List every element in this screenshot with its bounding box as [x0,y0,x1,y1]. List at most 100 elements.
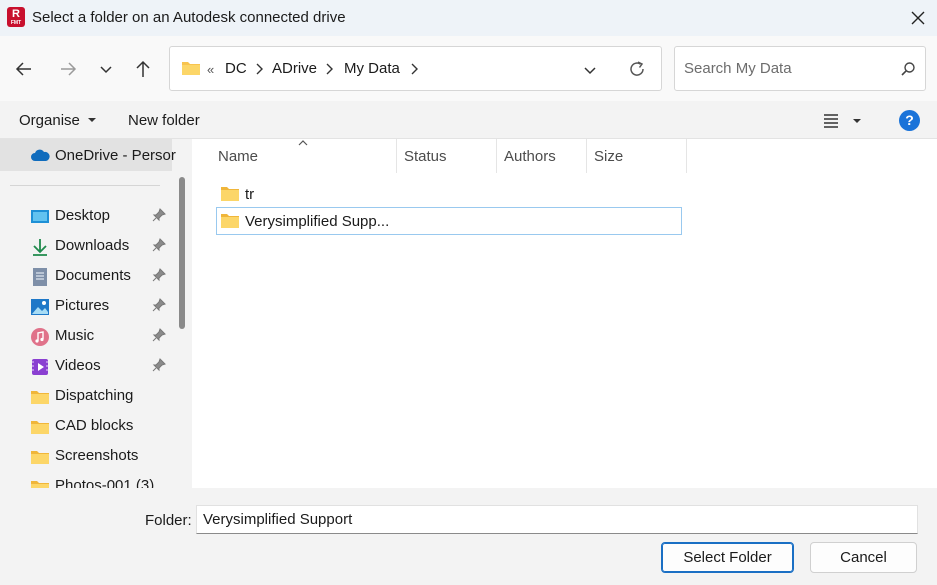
folder-icon [31,391,49,404]
up-button[interactable] [130,56,156,82]
sidebar-item-label: Downloads [55,237,130,254]
column-divider[interactable] [396,139,397,173]
search-placeholder[interactable]: Search My Data [684,60,792,77]
command-bar: Organise New folder ? [0,101,937,139]
forward-button[interactable] [55,56,81,82]
breadcrumb-adrive[interactable]: ADrive [272,60,317,77]
sidebar-item-dispatching[interactable]: Dispatching [0,381,172,411]
sidebar-item-documents[interactable]: Documents [0,261,172,291]
breadcrumb-my-data[interactable]: My Data [344,60,400,77]
sidebar-item-desktop[interactable]: Desktop [0,201,172,231]
sidebar-item-screenshots[interactable]: Screenshots [0,441,172,471]
folder-field-label: Folder: [145,512,192,529]
file-list: Name Status Authors Size tr Verysimplifi… [192,139,937,488]
column-header-size[interactable]: Size [594,148,623,172]
sidebar-item-label: OneDrive - Persor [55,147,176,164]
pin-icon [152,268,166,282]
select-folder-button[interactable]: Select Folder [661,542,794,573]
sidebar-item-label: Desktop [55,207,111,224]
column-header-status[interactable]: Status [404,148,447,172]
chevron-down-icon [100,66,112,74]
arrow-right-icon [61,62,77,76]
column-header-name[interactable]: Name [218,148,258,172]
help-button[interactable]: ? [899,110,920,131]
pin-icon [152,298,166,312]
pin-icon [152,328,166,342]
recent-locations-button[interactable] [93,56,119,82]
list-view-icon [824,114,838,128]
breadcrumb-dc[interactable]: DC [225,60,247,77]
sidebar-item-label: Documents [55,267,131,284]
title-bar: R FMT Select a folder on an Autodesk con… [0,0,937,36]
pin-icon [152,358,166,372]
chevron-right-icon[interactable] [253,61,265,77]
sidebar-item-onedrive[interactable]: OneDrive - Persor [0,139,176,171]
arrow-left-icon [15,62,31,76]
organise-label[interactable]: Organise [19,112,80,129]
music-icon [31,328,49,346]
onedrive-cloud-icon [31,149,50,161]
sidebar-item-label: Screenshots [55,447,139,464]
column-divider[interactable] [686,139,687,173]
cancel-button[interactable]: Cancel [810,542,917,573]
sidebar-item-label: Photos-001 (3) [55,477,155,488]
close-button[interactable] [906,6,930,30]
sidebar-item-label: Dispatching [55,387,134,404]
revit-app-icon: R FMT [7,7,25,27]
file-name: tr [245,186,255,203]
folder-icon [221,214,239,228]
list-item[interactable]: tr [216,180,682,208]
navigation-bar: « DC ADrive My Data Search My Data [0,36,937,101]
sidebar-item-cad-blocks[interactable]: CAD blocks [0,411,172,441]
navigation-pane: OneDrive - Persor Desktop Downloads Docu… [0,139,190,488]
sidebar-item-music[interactable]: Music [0,321,172,351]
folder-icon [182,62,200,75]
caret-down-icon [88,118,97,122]
sidebar-divider [10,185,160,186]
organise-menu[interactable]: Organise [19,112,97,129]
address-bar[interactable]: « DC ADrive My Data [169,46,662,91]
sidebar-item-photos-001[interactable]: Photos-001 (3) [0,471,172,488]
dialog-footer: Folder: Select Folder Cancel [0,488,937,585]
breadcrumb-overflow[interactable]: « [207,62,214,77]
folder-icon [31,481,49,488]
sidebar-item-pictures[interactable]: Pictures [0,291,172,321]
downloads-icon [33,239,47,256]
address-dropdown-icon[interactable] [582,62,598,78]
column-header-authors[interactable]: Authors [504,148,556,172]
sidebar-scrollbar[interactable] [179,177,185,329]
sidebar-item-label: Pictures [55,297,110,314]
app-icon-subtext: FMT [10,20,22,26]
back-button[interactable] [11,56,37,82]
videos-icon [32,359,48,375]
view-options-button[interactable] [822,111,862,133]
chevron-right-icon[interactable] [408,61,420,77]
desktop-icon [31,210,49,223]
column-divider[interactable] [496,139,497,173]
sidebar-item-label: CAD blocks [55,417,134,434]
pin-icon [152,238,166,252]
caret-down-icon [853,119,862,123]
sidebar-item-label: Music [55,327,95,344]
folder-name-input[interactable] [196,505,918,534]
new-folder-button[interactable]: New folder [128,112,200,129]
folder-icon [31,451,49,464]
pictures-icon [31,299,49,315]
pin-icon [152,208,166,222]
folder-icon [221,187,239,201]
chevron-right-icon[interactable] [323,61,335,77]
arrow-up-icon [136,60,150,77]
column-divider[interactable] [586,139,587,173]
sort-ascending-icon [298,140,308,146]
sidebar-item-videos[interactable]: Videos [0,351,172,381]
folder-icon [31,421,49,434]
app-icon-letter: R [12,8,20,20]
refresh-icon[interactable] [627,59,647,79]
window-title: Select a folder on an Autodesk connected… [32,9,346,26]
search-box[interactable]: Search My Data [674,46,926,91]
sidebar-item-label: Videos [55,357,101,374]
file-name: Verysimplified Supp... [245,213,390,230]
sidebar-item-downloads[interactable]: Downloads [0,231,172,261]
list-item-selected[interactable]: Verysimplified Supp... [216,207,682,235]
search-icon[interactable] [900,61,916,77]
